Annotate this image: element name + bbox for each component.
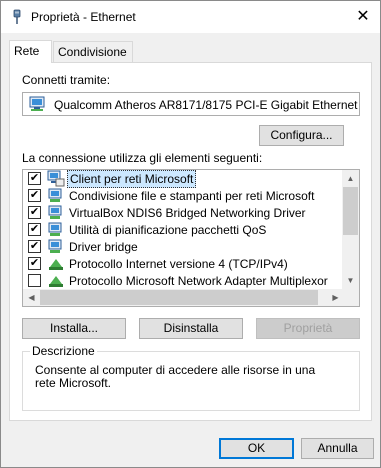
item-checkbox[interactable]: ✔ [28, 172, 41, 185]
ok-button[interactable]: OK [219, 438, 294, 459]
network-service-icon [48, 188, 62, 202]
protocol-icon [49, 259, 63, 270]
tab-rete[interactable]: Rete [9, 40, 52, 63]
adapter-name: Qualcomm Atheros AR8171/8175 PCI-E Gigab… [54, 98, 359, 112]
item-checkbox[interactable]: ✔ [28, 189, 41, 202]
properties-button[interactable]: Proprietà [256, 318, 360, 339]
network-service-icon [48, 239, 62, 253]
scroll-thumb[interactable] [40, 290, 318, 305]
adapter-field: Qualcomm Atheros AR8171/8175 PCI-E Gigab… [22, 92, 360, 116]
connect-via-label: Connetti tramite: [22, 73, 111, 87]
install-button[interactable]: Installa... [22, 318, 126, 339]
window-title: Proprietà - Ethernet [31, 10, 136, 24]
horizontal-scrollbar[interactable]: ◀ ▶ [23, 289, 344, 306]
item-label: Client per reti Microsoft [67, 170, 197, 188]
item-checkbox[interactable]: ✔ [28, 206, 41, 219]
item-checkbox[interactable]: ✔ [28, 257, 41, 270]
network-adapter-icon [29, 96, 45, 111]
item-label: Utilità di pianificazione pacchetti QoS [69, 223, 267, 237]
item-label: Protocollo Internet versione 4 (TCP/IPv4… [69, 257, 288, 271]
list-item[interactable]: ✔ Utilità di pianificazione pacchetti Qo… [23, 221, 343, 238]
list-item[interactable]: ✔ Protocollo Internet versione 4 (TCP/IP… [23, 255, 343, 272]
item-label: Driver bridge [69, 240, 138, 254]
item-label: Protocollo Microsoft Network Adapter Mul… [69, 274, 328, 288]
description-group: Descrizione Consente al computer di acce… [22, 344, 360, 411]
protocol-icon [49, 276, 63, 287]
items-label: La connessione utilizza gli elementi seg… [22, 151, 263, 165]
tab-condivisione[interactable]: Condivisione [53, 41, 133, 62]
network-service-icon [48, 205, 62, 219]
scroll-left-icon[interactable]: ◀ [23, 289, 40, 306]
uninstall-button[interactable]: Disinstalla [139, 318, 243, 339]
properties-window: Proprietà - Ethernet ✕ Rete Condivisione… [0, 0, 381, 468]
close-button[interactable]: ✕ [354, 8, 372, 26]
description-legend: Descrizione [30, 344, 97, 358]
list-item[interactable]: Protocollo Microsoft Network Adapter Mul… [23, 272, 343, 289]
components-list[interactable]: ✔ Client per reti Microsoft ✔ Condivisio… [22, 169, 360, 307]
item-label: VirtualBox NDIS6 Bridged Networking Driv… [69, 206, 306, 220]
tab-label: Rete [14, 44, 40, 58]
list-item[interactable]: ✔ Driver bridge [23, 238, 343, 255]
item-checkbox[interactable]: ✔ [28, 223, 41, 236]
tab-label: Condivisione [58, 45, 127, 59]
cancel-button[interactable]: Annulla [301, 438, 374, 459]
tab-panel-rete: Connetti tramite: Qualcomm Atheros AR817… [9, 62, 372, 421]
network-client-icon [47, 170, 65, 187]
scroll-thumb[interactable] [343, 187, 358, 235]
description-text: Consente al computer di accedere alle ri… [35, 363, 316, 390]
scroll-down-icon[interactable]: ▼ [342, 272, 359, 289]
item-checkbox[interactable]: ✔ [28, 240, 41, 253]
title-bar: Proprietà - Ethernet ✕ [1, 1, 380, 33]
item-checkbox[interactable] [28, 274, 41, 287]
list-item[interactable]: ✔ VirtualBox NDIS6 Bridged Networking Dr… [23, 204, 343, 221]
item-label: Condivisione file e stampanti per reti M… [69, 189, 315, 203]
configure-button[interactable]: Configura... [259, 125, 344, 146]
network-service-icon [48, 222, 62, 236]
scroll-up-icon[interactable]: ▲ [342, 170, 359, 187]
list-item[interactable]: ✔ Condivisione file e stampanti per reti… [23, 187, 343, 204]
list-item[interactable]: ✔ Client per reti Microsoft [23, 170, 343, 188]
network-cable-icon [13, 9, 21, 24]
vertical-scrollbar[interactable]: ▲ ▼ [342, 170, 359, 289]
close-icon: ✕ [356, 8, 370, 25]
scroll-corner [342, 289, 359, 306]
